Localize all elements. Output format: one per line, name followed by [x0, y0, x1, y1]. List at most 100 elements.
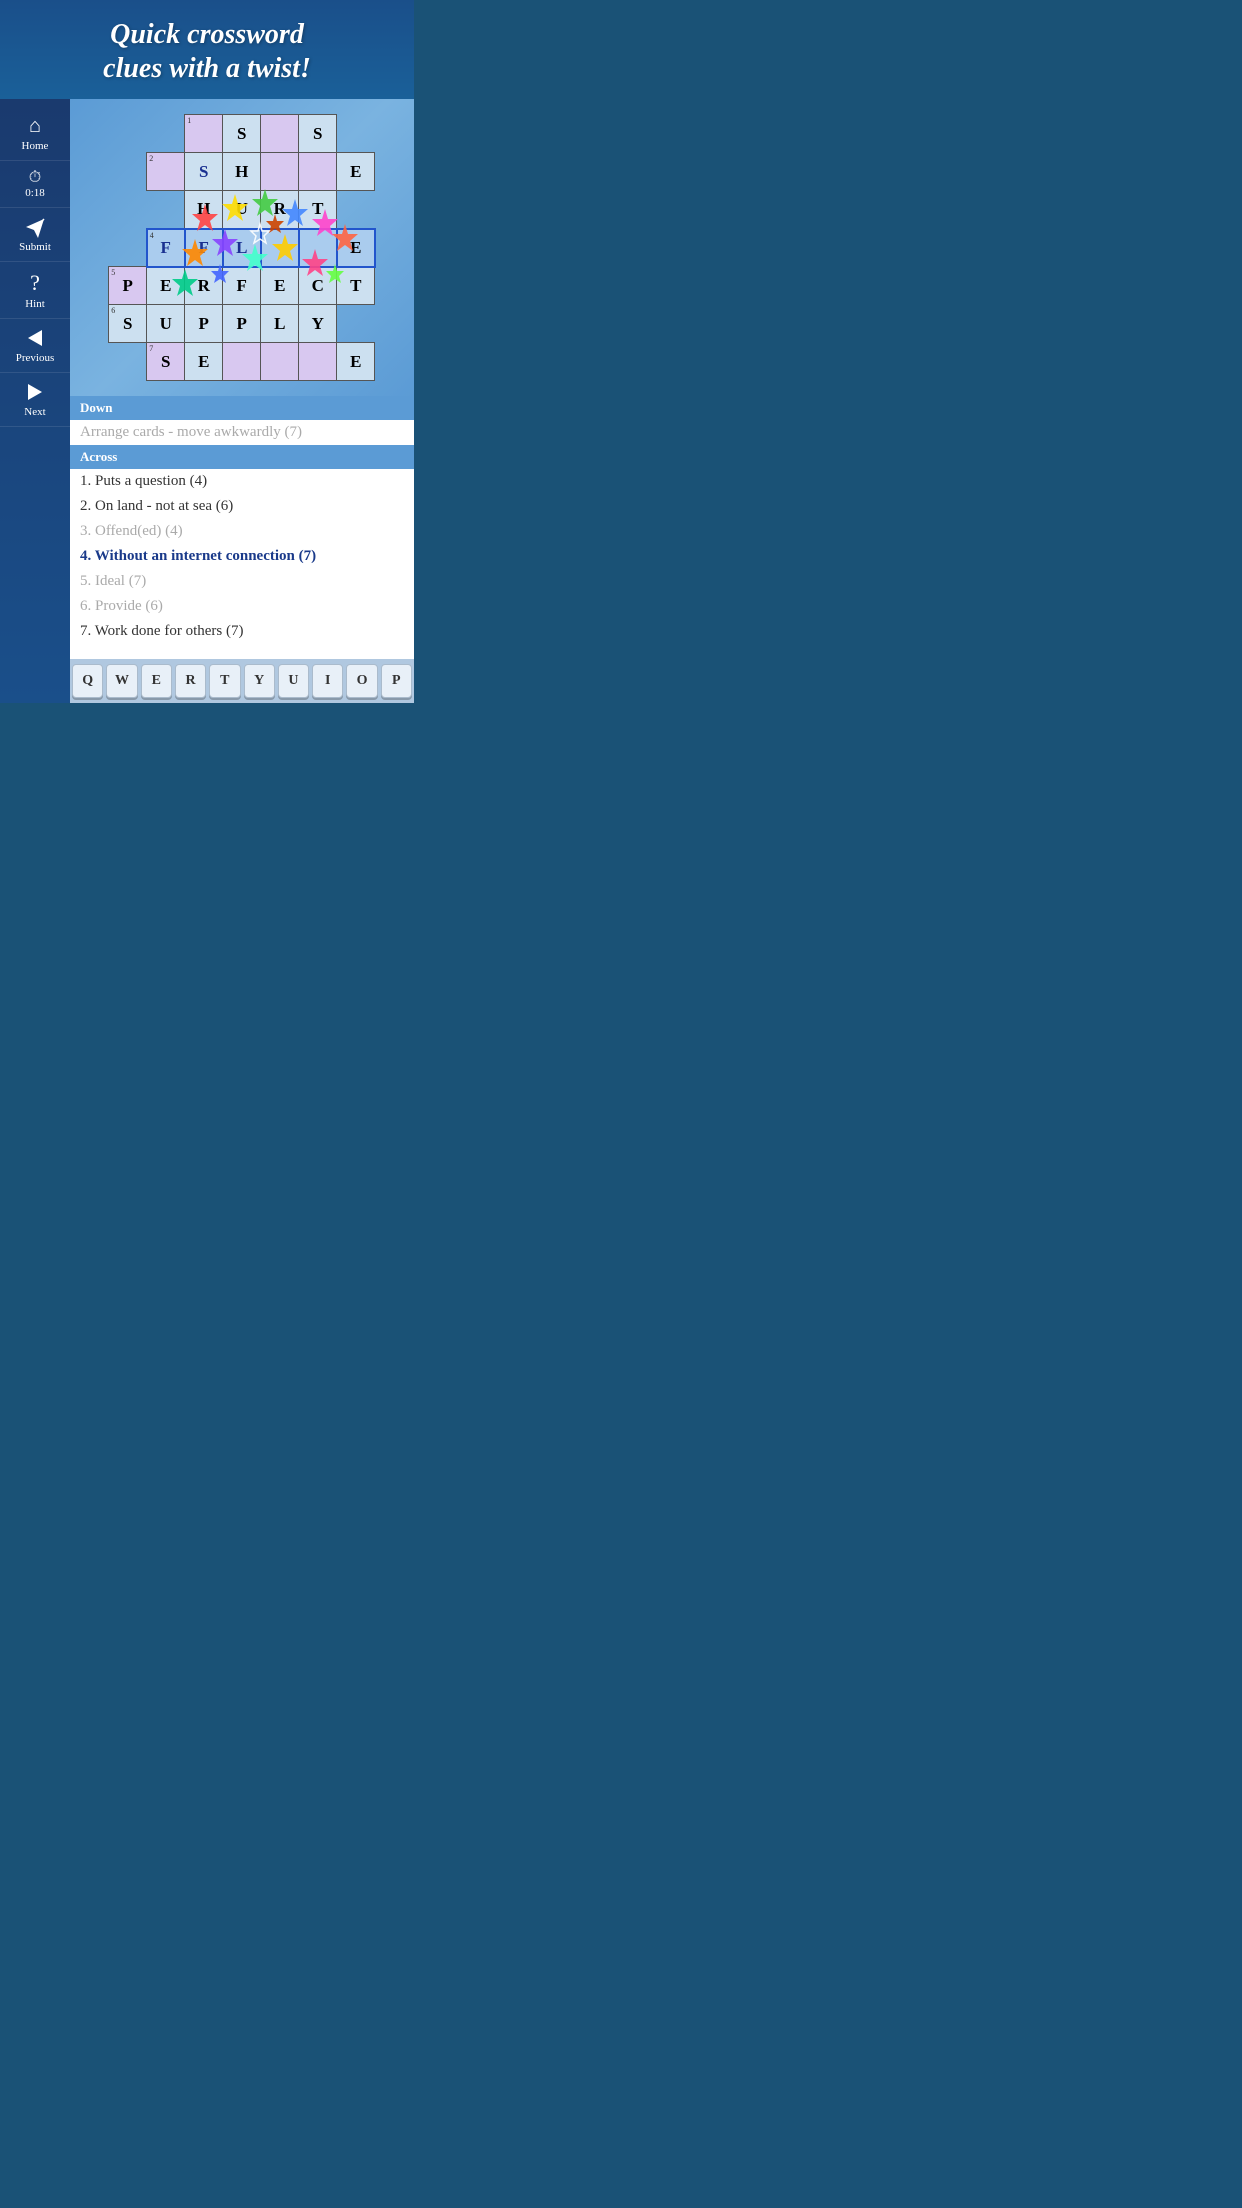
key-i[interactable]: I	[312, 664, 343, 698]
key-q[interactable]: Q	[72, 664, 103, 698]
key-t[interactable]: T	[209, 664, 240, 698]
cell-r2c6[interactable]	[299, 153, 337, 191]
cell-r4c4[interactable]: L	[223, 229, 261, 267]
clues-area: Down Arrange cards - move awkwardly (7) …	[70, 396, 414, 659]
cell-r7c7[interactable]: E	[337, 343, 375, 381]
cell-blank	[337, 115, 375, 153]
cell-r6c5[interactable]: L	[261, 305, 299, 343]
across-clue-1[interactable]: 1. Puts a question (4)	[70, 469, 414, 494]
cell-r4c2[interactable]: 4F	[147, 229, 185, 267]
across-clue-3[interactable]: 3. Offend(ed) (4)	[70, 519, 414, 544]
cell-r3c5[interactable]: R	[261, 191, 299, 229]
cell-r4c5[interactable]	[261, 229, 299, 267]
crossword-grid-wrapper: 1 S S 2 S H	[80, 109, 404, 386]
cell-r7c6[interactable]	[299, 343, 337, 381]
home-label: Home	[22, 140, 49, 152]
crossword-grid[interactable]: 1 S S 2 S H	[108, 114, 376, 381]
key-o[interactable]: O	[346, 664, 377, 698]
cell-r1c5[interactable]	[261, 115, 299, 153]
cell-blank	[109, 229, 147, 267]
cell-r1c3[interactable]: 1	[185, 115, 223, 153]
down-clue-inactive[interactable]: Arrange cards - move awkwardly (7)	[70, 420, 414, 445]
cell-blank	[337, 305, 375, 343]
sidebar-item-next[interactable]: Next	[0, 373, 70, 427]
cell-r5c6[interactable]: C	[299, 267, 337, 305]
across-clue-7[interactable]: 7. Work done for others (7)	[70, 619, 414, 644]
cell-r6c1[interactable]: 6S	[109, 305, 147, 343]
timer-value: 0:18	[25, 187, 45, 199]
app-header: Quick crosswordclues with a twist!	[0, 0, 414, 99]
cell-r7c3[interactable]: E	[185, 343, 223, 381]
across-clue-5[interactable]: 5. Ideal (7)	[70, 569, 414, 594]
cell-r6c3[interactable]: P	[185, 305, 223, 343]
cell-r2c7[interactable]: E	[337, 153, 375, 191]
cell-blank	[109, 191, 147, 229]
cell-r2c5[interactable]	[261, 153, 299, 191]
cell-r7c2[interactable]: 7S	[147, 343, 185, 381]
main-area: ⌂ Home ⏱ 0:18 Submit ? Hint	[0, 99, 414, 703]
sidebar-item-hint[interactable]: ? Hint	[0, 262, 70, 319]
cell-r6c4[interactable]: P	[223, 305, 261, 343]
cell-r6c6[interactable]: Y	[299, 305, 337, 343]
next-label: Next	[24, 406, 45, 418]
next-icon	[24, 381, 46, 406]
sidebar-item-timer: ⏱ 0:18	[0, 161, 70, 208]
grid-row-5: 5P E R F E C T	[109, 267, 375, 305]
cell-blank	[109, 115, 147, 153]
key-y[interactable]: Y	[244, 664, 275, 698]
across-header: Across	[70, 445, 414, 469]
key-u[interactable]: U	[278, 664, 309, 698]
submit-icon	[24, 216, 46, 241]
key-e[interactable]: E	[141, 664, 172, 698]
cell-blank	[109, 343, 147, 381]
cell-r4c7[interactable]: E	[337, 229, 375, 267]
cell-r5c4[interactable]: F	[223, 267, 261, 305]
cell-r5c3[interactable]: R	[185, 267, 223, 305]
cell-r2c2[interactable]: 2	[147, 153, 185, 191]
key-w[interactable]: W	[106, 664, 137, 698]
cell-r5c7[interactable]: T	[337, 267, 375, 305]
cell-r2c3[interactable]: S	[185, 153, 223, 191]
cell-r3c6[interactable]: T	[299, 191, 337, 229]
grid-row-6: 6S U P P L Y	[109, 305, 375, 343]
cell-r1c6[interactable]: S	[299, 115, 337, 153]
app-title: Quick crosswordclues with a twist!	[10, 18, 404, 85]
cell-r5c5[interactable]: E	[261, 267, 299, 305]
cell-r7c5[interactable]	[261, 343, 299, 381]
hint-icon: ?	[30, 270, 40, 296]
grid-row-1: 1 S S	[109, 115, 375, 153]
sidebar-item-home[interactable]: ⌂ Home	[0, 107, 70, 161]
grid-row-2: 2 S H E	[109, 153, 375, 191]
cell-r4c6[interactable]	[299, 229, 337, 267]
across-clue-2[interactable]: 2. On land - not at sea (6)	[70, 494, 414, 519]
submit-label: Submit	[19, 241, 51, 253]
across-clue-6[interactable]: 6. Provide (6)	[70, 594, 414, 619]
cell-r5c2[interactable]: E	[147, 267, 185, 305]
crossword-area: 1 S S 2 S H	[70, 99, 414, 396]
cell-r3c4[interactable]: U	[223, 191, 261, 229]
cell-blank	[147, 191, 185, 229]
previous-icon	[24, 327, 46, 352]
cell-r6c2[interactable]: U	[147, 305, 185, 343]
hint-label: Hint	[25, 298, 45, 310]
previous-label: Previous	[16, 352, 55, 364]
right-panel: 1 S S 2 S H	[70, 99, 414, 703]
sidebar-item-previous[interactable]: Previous	[0, 319, 70, 373]
key-p[interactable]: P	[381, 664, 412, 698]
grid-row-3: H U R T	[109, 191, 375, 229]
sidebar-item-submit[interactable]: Submit	[0, 208, 70, 262]
cell-r2c4[interactable]: H	[223, 153, 261, 191]
grid-row-4: 4F F L E	[109, 229, 375, 267]
cell-r1c4[interactable]: S	[223, 115, 261, 153]
cell-r7c4[interactable]	[223, 343, 261, 381]
down-header: Down	[70, 396, 414, 420]
home-icon: ⌂	[29, 115, 41, 138]
keyboard: Q W E R T Y U I O P	[70, 659, 414, 703]
across-clue-4[interactable]: 4. Without an internet connection (7)	[70, 544, 414, 569]
grid-row-7: 7S E E	[109, 343, 375, 381]
cell-r3c3[interactable]: H	[185, 191, 223, 229]
cell-r5c1[interactable]: 5P	[109, 267, 147, 305]
cell-r4c3[interactable]: F	[185, 229, 223, 267]
key-r[interactable]: R	[175, 664, 206, 698]
cell-blank	[147, 115, 185, 153]
